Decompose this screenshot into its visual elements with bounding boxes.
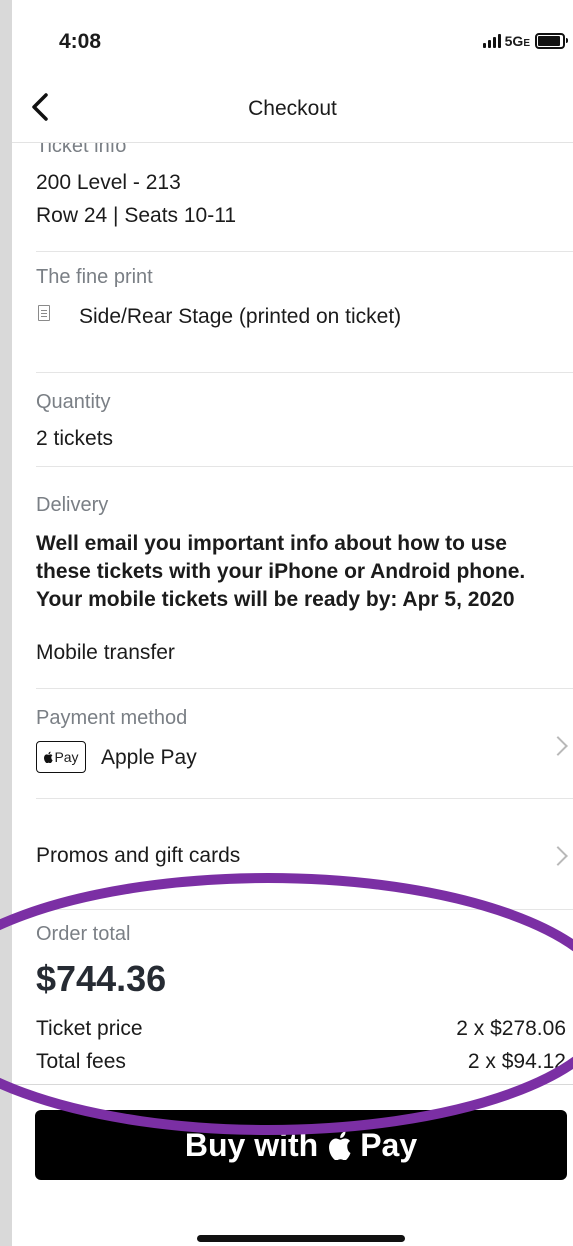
network-label: 5GE <box>504 33 530 49</box>
ticket-price-row: Ticket price 2 x $278.06 <box>36 1017 566 1041</box>
apple-logo-icon <box>329 1131 351 1160</box>
payment-method-label: Payment method <box>36 707 188 729</box>
divider <box>36 688 573 689</box>
order-total-amount: $744.36 <box>36 958 167 999</box>
status-time: 4:08 <box>59 30 102 53</box>
ticket-seats: Row 24 | Seats 10-11 <box>36 204 237 227</box>
document-icon <box>38 305 50 321</box>
delivery-description: Well email you important info about how … <box>36 532 526 611</box>
buy-button-suffix: Pay <box>360 1126 418 1163</box>
fees-value: 2 x $94.12 <box>467 1050 566 1073</box>
quantity-label: Quantity <box>36 391 111 413</box>
ticket-section: 200 Level - 213 <box>36 171 181 194</box>
divider <box>36 466 573 467</box>
order-total-label: Order total <box>36 923 131 945</box>
buy-button-prefix: Buy with <box>184 1126 319 1163</box>
fine-print-text: Side/Rear Stage (printed on ticket) <box>79 305 402 328</box>
quantity-value: 2 tickets <box>36 427 114 450</box>
divider <box>36 909 573 910</box>
status-indicators: 5GE <box>482 33 568 49</box>
ticket-info-label-clip: Ticket info <box>12 143 573 163</box>
payment-method-value: Apple Pay <box>101 746 197 769</box>
apple-logo-icon <box>44 751 54 763</box>
delivery-label: Delivery <box>36 494 109 516</box>
checkout-screen: 4:08 5GE Checkout Ticket info 200 Level … <box>12 0 573 1246</box>
chevron-right-icon <box>548 736 568 756</box>
page-title: Checkout <box>248 97 337 120</box>
divider <box>36 251 573 252</box>
promos-label: Promos and gift cards <box>36 844 241 867</box>
divider <box>12 1084 573 1085</box>
fees-label: Total fees <box>36 1050 126 1073</box>
fine-print-label: The fine print <box>36 266 153 288</box>
fees-row: Total fees 2 x $94.12 <box>36 1050 566 1074</box>
ticket-info-label: Ticket info <box>36 143 127 157</box>
divider <box>36 798 573 799</box>
battery-icon <box>535 33 568 49</box>
delivery-method: Mobile transfer <box>36 641 175 664</box>
chevron-right-icon <box>548 846 568 866</box>
buy-with-apple-pay-button[interactable]: Buy with Pay <box>35 1110 567 1180</box>
divider <box>36 372 573 373</box>
ticket-price-value: 2 x $278.06 <box>456 1017 566 1040</box>
signal-icon <box>482 34 501 48</box>
apple-pay-badge-text: Pay <box>54 749 79 765</box>
apple-pay-badge: Pay <box>36 741 86 773</box>
home-indicator[interactable] <box>197 1235 405 1242</box>
ticket-price-label: Ticket price <box>36 1017 143 1040</box>
